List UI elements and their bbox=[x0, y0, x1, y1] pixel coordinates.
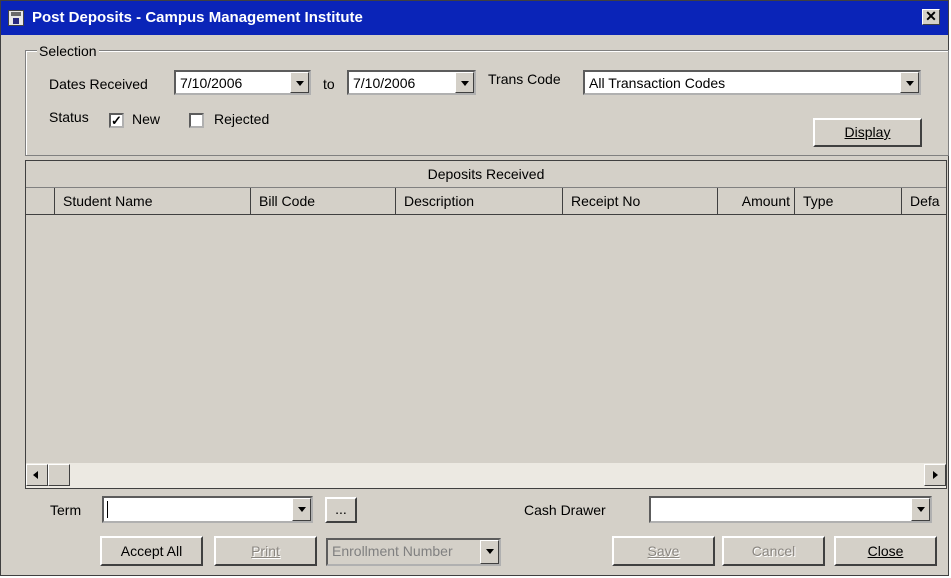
checkmark-icon: ✓ bbox=[111, 113, 122, 128]
horizontal-scrollbar[interactable] bbox=[26, 463, 946, 488]
scroll-thumb[interactable] bbox=[48, 464, 70, 486]
save-button[interactable]: Save bbox=[612, 536, 715, 566]
chevron-down-icon[interactable] bbox=[290, 72, 309, 93]
display-button-label: Display bbox=[844, 124, 891, 140]
cash-drawer-label: Cash Drawer bbox=[524, 502, 606, 518]
term-select[interactable] bbox=[102, 496, 313, 523]
arrow-right-icon[interactable] bbox=[924, 464, 946, 486]
chevron-down-icon[interactable] bbox=[292, 498, 311, 521]
rejected-checkbox[interactable] bbox=[189, 113, 204, 128]
date-to-value: 7/10/2006 bbox=[353, 75, 416, 91]
enrollment-number-select[interactable]: Enrollment Number bbox=[326, 538, 501, 566]
date-from-value: 7/10/2006 bbox=[180, 75, 243, 91]
chevron-down-icon[interactable] bbox=[911, 498, 930, 521]
enrollment-placeholder: Enrollment Number bbox=[332, 543, 453, 559]
row-selector-header bbox=[26, 188, 55, 214]
trans-code-label: Trans Code bbox=[488, 71, 561, 87]
selection-group bbox=[25, 50, 949, 156]
date-to-picker[interactable]: 7/10/2006 bbox=[347, 70, 476, 95]
close-icon[interactable]: ✕ bbox=[922, 9, 940, 25]
column-header[interactable]: Bill Code bbox=[251, 188, 396, 214]
column-header[interactable]: Defa bbox=[902, 188, 951, 214]
print-button-label: Print bbox=[251, 543, 280, 559]
term-lookup-button[interactable]: ... bbox=[325, 497, 357, 523]
close-button[interactable]: Close bbox=[834, 536, 937, 566]
post-deposits-window: Post Deposits - Campus Management Instit… bbox=[0, 0, 949, 576]
chevron-down-icon[interactable] bbox=[480, 540, 499, 564]
cancel-button[interactable]: Cancel bbox=[722, 536, 825, 566]
new-checkbox[interactable]: ✓ bbox=[109, 113, 124, 128]
column-header[interactable]: Student Name bbox=[55, 188, 251, 214]
column-header[interactable]: Receipt No bbox=[563, 188, 718, 214]
new-label: New bbox=[132, 111, 161, 127]
grid-header-row: Student Name Bill Code Description Recei… bbox=[26, 188, 946, 215]
rejected-label: Rejected bbox=[214, 111, 270, 127]
column-header[interactable]: Amount bbox=[718, 188, 795, 214]
display-button[interactable]: Display bbox=[813, 118, 922, 147]
print-button[interactable]: Print bbox=[214, 536, 317, 566]
chevron-down-icon[interactable] bbox=[900, 72, 919, 93]
building-icon bbox=[8, 10, 24, 26]
date-from-picker[interactable]: 7/10/2006 bbox=[174, 70, 311, 95]
grid-band-title: Deposits Received bbox=[26, 161, 946, 188]
status-label: Status bbox=[49, 109, 89, 125]
cancel-button-label: Cancel bbox=[751, 543, 796, 559]
trans-code-value: All Transaction Codes bbox=[589, 75, 726, 91]
term-label: Term bbox=[50, 502, 82, 518]
column-header[interactable]: Type bbox=[795, 188, 902, 214]
title-bar[interactable]: Post Deposits - Campus Management Instit… bbox=[1, 1, 948, 35]
accept-all-button[interactable]: Accept All bbox=[100, 536, 203, 566]
selection-legend: Selection bbox=[37, 43, 99, 59]
column-header[interactable]: Description bbox=[396, 188, 563, 214]
text-caret bbox=[107, 501, 108, 518]
save-button-label: Save bbox=[647, 543, 680, 559]
chevron-down-icon[interactable] bbox=[455, 72, 474, 93]
to-label: to bbox=[323, 76, 335, 92]
deposits-grid[interactable]: Deposits Received Student Name Bill Code… bbox=[25, 160, 947, 489]
trans-code-select[interactable]: All Transaction Codes bbox=[583, 70, 921, 95]
grid-body[interactable] bbox=[26, 215, 946, 463]
close-button-label: Close bbox=[867, 543, 904, 559]
dates-received-label: Dates Received bbox=[49, 76, 148, 92]
cash-drawer-select[interactable] bbox=[649, 496, 932, 523]
window-title: Post Deposits - Campus Management Instit… bbox=[32, 9, 363, 26]
arrow-left-icon[interactable] bbox=[26, 464, 48, 486]
